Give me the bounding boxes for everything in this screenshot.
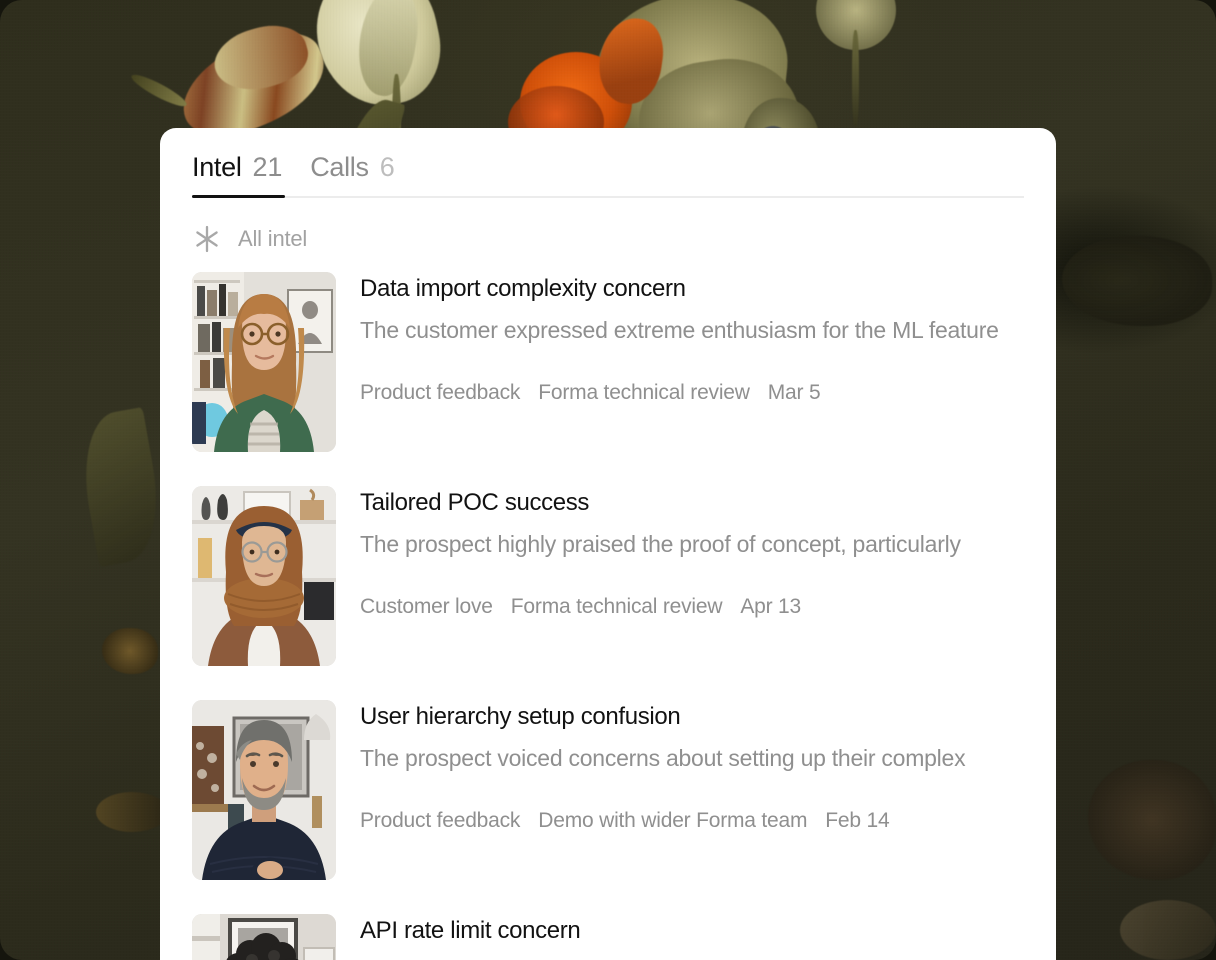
list-item-body: Tailored POC success The prospect highly… xyxy=(360,486,1024,666)
filter-all-intel[interactable]: All intel xyxy=(160,198,1056,272)
list-item-body: API rate limit concern xyxy=(360,914,1024,960)
list-item[interactable]: Data import complexity concern The custo… xyxy=(192,272,1024,486)
intel-meta: Product feedback Forma technical review … xyxy=(360,381,1024,405)
intel-date: Apr 13 xyxy=(740,595,801,619)
intel-panel: Intel 21 Calls 6 All intel Data import c… xyxy=(160,128,1056,960)
filter-label: All intel xyxy=(238,226,308,251)
intel-description: The customer expressed extreme enthusias… xyxy=(360,316,999,362)
intel-meta: Customer love Forma technical review Apr… xyxy=(360,595,1024,619)
tab-intel[interactable]: Intel 21 xyxy=(192,154,282,198)
tab-intel-label: Intel xyxy=(192,152,242,182)
tab-bar: Intel 21 Calls 6 xyxy=(160,128,1056,198)
intel-category: Customer love xyxy=(360,595,493,619)
intel-source: Forma technical review xyxy=(510,595,723,619)
avatar xyxy=(192,914,336,960)
intel-title: User hierarchy setup confusion xyxy=(360,703,681,730)
list-item-body: User hierarchy setup confusion The prosp… xyxy=(360,700,1024,880)
intel-list: Data import complexity concern The custo… xyxy=(160,272,1056,960)
intel-date: Mar 5 xyxy=(767,381,821,405)
intel-meta: Product feedback Demo with wider Forma t… xyxy=(360,809,1024,833)
intel-source: Demo with wider Forma team xyxy=(538,809,808,833)
intel-category: Product feedback xyxy=(360,381,521,405)
tab-intel-count: 21 xyxy=(252,152,283,182)
intel-description: The prospect highly praised the proof of… xyxy=(360,530,961,576)
list-item-body: Data import complexity concern The custo… xyxy=(360,272,1024,452)
intel-source: Forma technical review xyxy=(538,381,750,405)
avatar xyxy=(192,272,336,452)
list-item[interactable]: User hierarchy setup confusion The prosp… xyxy=(192,700,1024,914)
list-item[interactable]: Tailored POC success The prospect highly… xyxy=(192,486,1024,700)
intel-title: Tailored POC success xyxy=(360,489,590,516)
tab-calls-count: 6 xyxy=(379,152,395,182)
tab-divider xyxy=(192,196,1024,198)
intel-title: API rate limit concern xyxy=(360,917,581,944)
list-item[interactable]: API rate limit concern xyxy=(192,914,1024,960)
intel-title: Data import complexity concern xyxy=(360,275,686,302)
avatar xyxy=(192,700,336,880)
tab-active-indicator xyxy=(192,195,285,198)
intel-description: The prospect voiced concerns about setti… xyxy=(360,744,966,790)
intel-date: Feb 14 xyxy=(825,809,890,833)
tab-calls[interactable]: Calls 6 xyxy=(310,152,395,198)
tab-calls-label: Calls xyxy=(310,152,369,182)
intel-category: Product feedback xyxy=(360,809,521,833)
sparkle-asterisk-icon xyxy=(192,224,222,254)
avatar xyxy=(192,486,336,666)
